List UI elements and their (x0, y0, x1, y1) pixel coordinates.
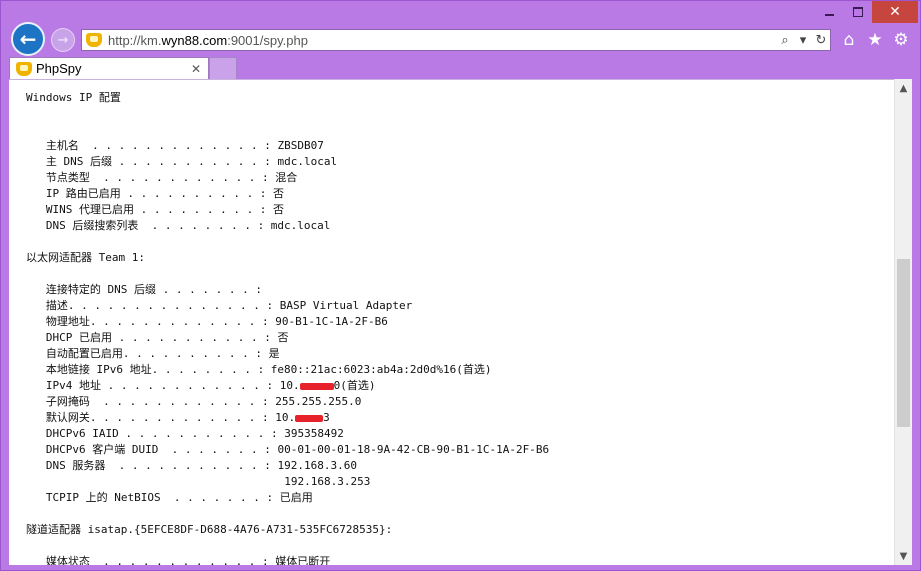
minimize-button[interactable] (816, 1, 843, 23)
favorites-icon[interactable]: ★ (865, 29, 885, 51)
redaction-mark (295, 414, 324, 422)
url-prefix: http://km. (108, 32, 162, 48)
site-favicon-icon (86, 33, 102, 47)
home-icon[interactable]: ⌂ (839, 29, 859, 51)
tab-title: PhpSpy (36, 61, 82, 76)
scroll-up-icon[interactable]: ▲ (895, 79, 912, 97)
forward-arrow-icon: → (57, 32, 69, 48)
address-bar[interactable]: http://km.wyn88.com:9001/spy.php ⌕ ▾ ↻ (81, 29, 831, 51)
page-content: Windows IP 配置 主机名 . . . . . . . . . . . … (9, 79, 912, 565)
back-button[interactable]: ← (11, 22, 45, 56)
tab-phpspy[interactable]: PhpSpy ✕ (9, 57, 209, 79)
forward-button[interactable]: → (51, 28, 75, 52)
gateway-line: 默认网关. . . . . . . . . . . . . : 10. 3 (26, 411, 330, 424)
vertical-scrollbar[interactable]: ▲ ▼ (894, 79, 912, 565)
browser-window: ✕ ← → http://km.wyn88.com:9001/spy.php ⌕… (0, 0, 921, 571)
new-tab-button[interactable] (209, 57, 237, 79)
ipconfig-output: Windows IP 配置 主机名 . . . . . . . . . . . … (26, 90, 549, 565)
scroll-thumb[interactable] (897, 259, 910, 427)
url-suffix: :9001/spy.php (227, 32, 308, 48)
maximize-button[interactable] (844, 1, 871, 23)
search-icon[interactable]: ⌕ (776, 33, 794, 48)
tab-favicon-icon (16, 61, 32, 76)
url-domain: wyn88.com (161, 32, 228, 48)
back-arrow-icon: ← (19, 27, 37, 51)
subnet-line: 子网掩码 . . . . . . . . . . . . : 255.255.2… (26, 395, 362, 408)
output-block-2: DHCPv6 IAID . . . . . . . . . . . : 3953… (26, 427, 550, 565)
close-window-button[interactable]: ✕ (872, 1, 918, 23)
output-block-1: Windows IP 配置 主机名 . . . . . . . . . . . … (26, 91, 492, 376)
scroll-down-icon[interactable]: ▼ (895, 547, 912, 565)
close-icon: ✕ (889, 4, 901, 20)
url-text[interactable]: http://km.wyn88.com:9001/spy.php (108, 33, 776, 48)
redaction-mark (299, 382, 334, 390)
maximize-icon (852, 7, 863, 17)
toolbar-icons: ⌂ ★ ⚙ (839, 29, 911, 51)
ipv4-line: IPv4 地址 . . . . . . . . . . . . : 10. 0(首… (26, 379, 376, 392)
refresh-icon[interactable]: ↻ (812, 33, 830, 48)
tools-icon[interactable]: ⚙ (891, 29, 911, 51)
tab-close-icon[interactable]: ✕ (188, 62, 204, 76)
minimize-icon (825, 14, 834, 16)
dropdown-icon[interactable]: ▾ (794, 33, 812, 48)
